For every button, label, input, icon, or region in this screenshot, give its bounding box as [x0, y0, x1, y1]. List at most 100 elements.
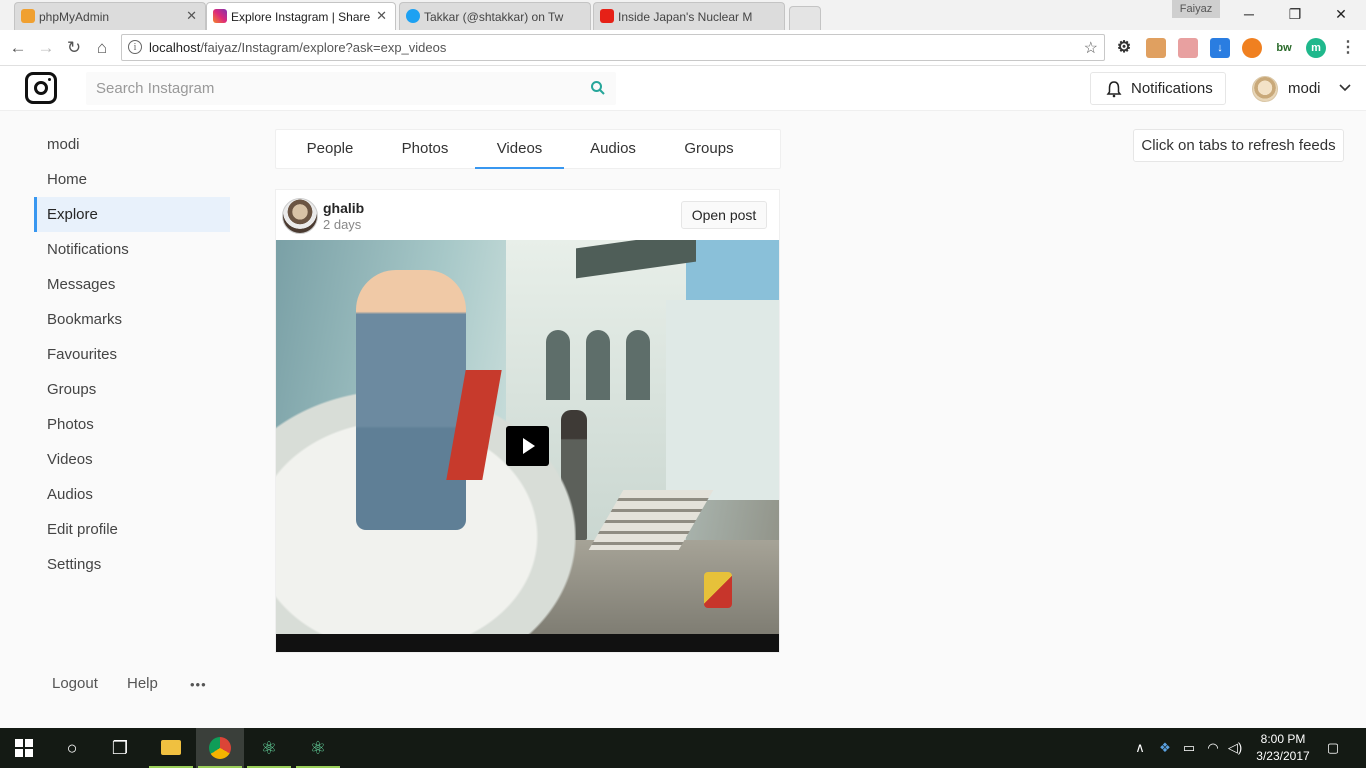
tab-videos[interactable]: Videos: [475, 130, 564, 169]
extension-icon[interactable]: [1242, 38, 1262, 58]
tab-people[interactable]: People: [294, 130, 366, 169]
browser-profile-chip[interactable]: Faiyaz: [1172, 0, 1220, 18]
sidebar-item-groups[interactable]: Groups: [34, 372, 230, 407]
user-menu[interactable]: modi: [1252, 72, 1356, 105]
extension-icon[interactable]: [1146, 38, 1166, 58]
forward-icon[interactable]: →: [34, 36, 58, 60]
notifications-label: Notifications: [1131, 80, 1213, 97]
bookmark-star-icon[interactable]: ☆: [1084, 38, 1098, 58]
sidebar-item-edit-profile[interactable]: Edit profile: [34, 512, 230, 547]
extension-icon[interactable]: [1178, 38, 1198, 58]
browser-tab-twitter[interactable]: Takkar (@shtakkar) on Tw: [399, 2, 591, 30]
download-icon[interactable]: ↓: [1210, 38, 1230, 58]
sidebar-item-settings[interactable]: Settings: [34, 547, 230, 582]
instagram-header: Notifications modi: [0, 66, 1366, 111]
post-author[interactable]: ghalib: [323, 200, 364, 216]
browser-tab-title: Inside Japan's Nuclear M: [618, 9, 753, 24]
sidebar-item-notifications[interactable]: Notifications: [34, 232, 230, 267]
video-player[interactable]: [276, 240, 779, 652]
chevron-down-icon[interactable]: [1338, 81, 1352, 95]
video-post-card: ghalib 2 days Open post: [275, 189, 780, 653]
tab-audios[interactable]: Audios: [576, 130, 650, 169]
sidebar-item-videos[interactable]: Videos: [34, 442, 230, 477]
sidebar-item-home[interactable]: Home: [34, 162, 230, 197]
youtube-favicon-icon: [600, 9, 614, 23]
url-text[interactable]: localhost/faiyaz/Instagram/explore?ask=e…: [149, 40, 446, 55]
feed-tabs: People Photos Videos Audios Groups: [275, 129, 781, 169]
home-icon[interactable]: ⌂: [90, 36, 114, 60]
phpmyadmin-favicon-icon: [21, 9, 35, 23]
browser-tab-phpmyadmin[interactable]: phpMyAdmin ✕: [14, 2, 206, 30]
search-input[interactable]: [86, 72, 576, 105]
browser-tab-instagram[interactable]: Explore Instagram | Share ✕: [206, 2, 396, 30]
atom-editor-icon[interactable]: ⚛: [245, 728, 293, 768]
sidebar-item-favourites[interactable]: Favourites: [34, 337, 230, 372]
close-tab-icon[interactable]: ✕: [186, 8, 197, 24]
back-icon[interactable]: ←: [6, 36, 30, 60]
browser-tab-title: Explore Instagram | Share: [231, 9, 371, 24]
close-window-icon[interactable]: ✕: [1318, 2, 1364, 26]
browser-tab-youtube[interactable]: Inside Japan's Nuclear M: [593, 2, 785, 30]
username: modi: [1288, 80, 1321, 97]
dropbox-icon[interactable]: ❖: [1156, 739, 1174, 757]
clock-time: 8:00 PM: [1260, 732, 1306, 746]
url-path: /faiyaz/Instagram/explore?ask=exp_videos: [200, 40, 447, 55]
bell-icon: [1106, 81, 1122, 98]
logout-link[interactable]: Logout: [52, 675, 98, 692]
chrome-icon[interactable]: [196, 728, 244, 768]
minimize-icon[interactable]: ─: [1226, 2, 1272, 26]
notifications-button[interactable]: Notifications: [1090, 72, 1226, 105]
refresh-hint: Click on tabs to refresh feeds: [1133, 129, 1344, 162]
site-info-icon[interactable]: i: [128, 40, 142, 54]
new-tab-button[interactable]: [789, 6, 821, 30]
instagram-favicon-icon: [213, 9, 227, 23]
action-center-icon[interactable]: ▢: [1324, 739, 1342, 757]
tab-groups[interactable]: Groups: [672, 130, 746, 169]
tray-overflow-icon[interactable]: ∧: [1132, 739, 1148, 757]
restore-icon[interactable]: ❐: [1272, 2, 1318, 26]
settings-gear-icon[interactable]: ⚙: [1114, 38, 1134, 58]
browser-tab-title: phpMyAdmin: [39, 9, 110, 24]
sidebar-item-audios[interactable]: Audios: [34, 477, 230, 512]
chrome-menu-icon[interactable]: ⋮: [1338, 38, 1358, 58]
play-icon[interactable]: [506, 426, 549, 466]
task-view-icon[interactable]: ❐: [96, 728, 144, 768]
help-link[interactable]: Help: [127, 675, 158, 692]
url-host: localhost: [149, 40, 201, 55]
extension-icon[interactable]: bw: [1274, 38, 1294, 58]
channel-logo-icon: [704, 572, 732, 608]
browser-tab-strip: phpMyAdmin ✕ Explore Instagram | Share ✕…: [0, 0, 1366, 30]
open-post-button[interactable]: Open post: [681, 201, 767, 229]
volume-icon[interactable]: ◁): [1226, 739, 1244, 757]
address-bar[interactable]: i localhost/faiyaz/Instagram/explore?ask…: [121, 34, 1105, 61]
extension-icon[interactable]: m: [1306, 38, 1326, 58]
battery-icon[interactable]: ▭: [1180, 739, 1198, 757]
wifi-icon[interactable]: ◠: [1204, 739, 1222, 757]
close-tab-icon[interactable]: ✕: [376, 8, 387, 24]
browser-tab-title: Takkar (@shtakkar) on Tw: [424, 9, 564, 24]
instagram-logo-icon[interactable]: [25, 72, 57, 104]
reload-icon[interactable]: ↻: [62, 36, 86, 60]
sidebar-item-photos[interactable]: Photos: [34, 407, 230, 442]
browser-toolbar: ← → ↻ ⌂ i localhost/faiyaz/Instagram/exp…: [0, 30, 1366, 66]
avatar: [1252, 75, 1278, 102]
clock-date: 3/23/2017: [1256, 749, 1310, 763]
atom-editor-icon[interactable]: ⚛: [294, 728, 342, 768]
sidebar: modi Home Explore Notifications Messages…: [34, 127, 230, 582]
cortana-search-icon[interactable]: ○: [48, 728, 96, 768]
windows-start-icon[interactable]: [0, 728, 48, 768]
windows-taskbar: ○ ❐ ⚛ ⚛ ∧ ❖ ▭ ◠ ◁) 8:00 PM 3/23/2017 ▢: [0, 728, 1366, 768]
more-options-icon[interactable]: •••: [190, 677, 207, 692]
avatar[interactable]: [282, 198, 318, 234]
tab-photos[interactable]: Photos: [388, 130, 462, 169]
sidebar-item-messages[interactable]: Messages: [34, 267, 230, 302]
sidebar-item-user[interactable]: modi: [34, 127, 230, 162]
search-icon[interactable]: [590, 80, 606, 96]
post-timestamp: 2 days: [323, 217, 362, 232]
system-clock[interactable]: 8:00 PM 3/23/2017: [1244, 731, 1322, 765]
sidebar-item-explore[interactable]: Explore: [34, 197, 230, 232]
sidebar-item-bookmarks[interactable]: Bookmarks: [34, 302, 230, 337]
search-box: [86, 72, 616, 105]
file-explorer-icon[interactable]: [147, 728, 195, 768]
twitter-favicon-icon: [406, 9, 420, 23]
